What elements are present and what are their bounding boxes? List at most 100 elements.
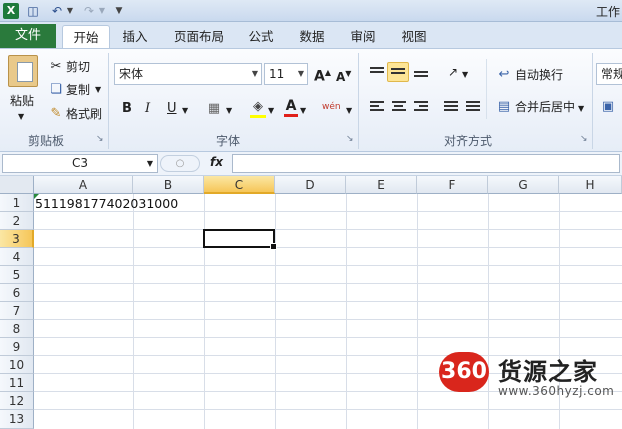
tab-review[interactable]: 审阅 [345, 25, 381, 48]
font-launcher-icon[interactable]: ↘ [346, 134, 354, 144]
column-header[interactable]: A [34, 176, 133, 194]
fill-color-icon[interactable]: ◈ [250, 99, 266, 118]
formula-input[interactable] [232, 154, 620, 173]
row-header[interactable]: 8 [0, 320, 34, 338]
paste-icon[interactable] [8, 55, 38, 87]
font-color-dropdown-icon[interactable]: ▼ [300, 103, 306, 119]
align-right-icon[interactable] [414, 101, 428, 113]
wrap-text-button[interactable]: 自动换行 [515, 67, 563, 83]
copy-dropdown-icon[interactable]: ▼ [95, 82, 101, 98]
orientation-dropdown-icon[interactable]: ▼ [462, 67, 468, 83]
cell-a1[interactable]: 511198177402031000 [35, 196, 178, 212]
row-header[interactable]: 12 [0, 392, 34, 410]
column-header[interactable]: D [275, 176, 346, 194]
select-all-corner[interactable] [0, 176, 34, 194]
tab-data[interactable]: 数据 [294, 25, 330, 48]
column-header[interactable]: B [133, 176, 204, 194]
row-header[interactable]: 9 [0, 338, 34, 356]
row-header[interactable]: 13 [0, 410, 34, 429]
underline-button[interactable]: U [167, 101, 177, 117]
borders-dropdown-icon[interactable]: ▼ [226, 103, 232, 119]
row-header[interactable]: 10 [0, 356, 34, 374]
format-painter-button[interactable]: 格式刷 [66, 106, 102, 122]
row-header[interactable]: 11 [0, 374, 34, 392]
italic-button[interactable]: I [145, 101, 150, 117]
name-box-value: C3 [71, 156, 88, 170]
column-header[interactable]: F [417, 176, 488, 194]
row-header[interactable]: 1 [0, 194, 34, 212]
font-color-button[interactable]: A [284, 98, 298, 117]
alignment-launcher-icon[interactable]: ↘ [580, 134, 588, 144]
group-separator [592, 53, 593, 149]
ribbon-home: 粘贴 ▼ ✂ 剪切 ❏ 复制 ▼ ✎ 格式刷 剪贴板 ↘ 宋体 ▼ 11 ▼ A… [0, 48, 622, 152]
paste-dropdown-icon[interactable]: ▼ [18, 109, 24, 125]
merge-dropdown-icon[interactable]: ▼ [578, 101, 584, 117]
number-format-select[interactable]: 常规 [596, 63, 622, 85]
tab-insert[interactable]: 插入 [116, 25, 154, 48]
tab-file[interactable]: 文件 [0, 24, 56, 48]
underline-dropdown-icon[interactable]: ▼ [182, 103, 188, 119]
shrink-font-button[interactable]: A▼ [336, 66, 351, 85]
row-header[interactable]: 2 [0, 212, 34, 230]
row-header[interactable]: 5 [0, 266, 34, 284]
cut-button[interactable]: 剪切 [66, 59, 90, 75]
gridline [34, 409, 622, 410]
name-box[interactable]: C3 ▼ [2, 154, 158, 173]
row-header[interactable]: 6 [0, 284, 34, 302]
font-size-select[interactable]: 11 ▼ [264, 63, 308, 85]
row-header[interactable]: 7 [0, 302, 34, 320]
undo-dropdown-icon[interactable]: ▼ [66, 3, 74, 19]
tab-view[interactable]: 视图 [396, 25, 432, 48]
align-bottom-icon[interactable] [414, 71, 428, 83]
decrease-indent-icon[interactable] [444, 101, 458, 113]
align-center-icon[interactable] [392, 101, 406, 113]
customize-quick-access-icon[interactable]: ▼ [114, 3, 124, 19]
paste-button[interactable]: 粘贴 [10, 93, 34, 109]
merge-center-icon[interactable]: ▤ [496, 99, 512, 115]
bold-button[interactable]: B [122, 101, 132, 117]
phonetic-dropdown-icon[interactable]: ▼ [346, 103, 352, 119]
fill-color-dropdown-icon[interactable]: ▼ [268, 103, 274, 119]
copy-button[interactable]: 复制 [66, 82, 90, 98]
column-header[interactable]: H [559, 176, 622, 194]
font-name-select[interactable]: 宋体 ▼ [114, 63, 262, 85]
window-title: 工作 [595, 5, 620, 19]
borders-icon[interactable]: ▦ [206, 101, 222, 117]
redo-dropdown-icon[interactable]: ▼ [98, 3, 106, 19]
formula-cancel-icon[interactable]: ○ [160, 155, 200, 172]
gridline [34, 319, 622, 320]
chevron-down-icon: ▼ [297, 69, 304, 78]
number-format-value: 常规 [601, 67, 622, 81]
clipboard-launcher-icon[interactable]: ↘ [96, 134, 104, 144]
row-header[interactable]: 4 [0, 248, 34, 266]
gridline [34, 301, 622, 302]
column-header[interactable]: E [346, 176, 417, 194]
align-left-icon[interactable] [370, 101, 384, 113]
phonetic-guide-button[interactable]: wén [322, 99, 341, 115]
grow-font-button[interactable]: A▲ [314, 65, 331, 85]
wrap-text-icon[interactable]: ↩ [496, 67, 512, 83]
tab-page-layout[interactable]: 页面布局 [168, 25, 230, 48]
column-header[interactable]: G [488, 176, 559, 194]
save-icon[interactable]: ◫ [26, 3, 40, 19]
undo-icon[interactable]: ↶ [50, 3, 64, 19]
currency-format-icon[interactable]: ▣ [600, 99, 616, 115]
align-middle-button[interactable] [387, 62, 409, 82]
active-cell-c3[interactable] [203, 229, 277, 250]
orientation-icon[interactable]: ↗ [444, 64, 462, 80]
scissors-icon[interactable]: ✂ [48, 59, 64, 75]
tab-formulas[interactable]: 公式 [242, 25, 280, 48]
merge-center-button[interactable]: 合并后居中 [515, 99, 575, 115]
chevron-down-icon: ▼ [251, 69, 258, 78]
row-header-selected[interactable]: 3 [0, 230, 34, 248]
excel-app-icon[interactable]: X [3, 3, 19, 19]
format-painter-icon[interactable]: ✎ [48, 106, 64, 122]
align-top-icon[interactable] [370, 67, 384, 79]
copy-icon[interactable]: ❏ [48, 82, 64, 98]
column-header-selected[interactable]: C [204, 176, 275, 194]
group-separator [358, 53, 359, 149]
insert-function-button[interactable]: fx [210, 155, 223, 169]
tab-home[interactable]: 开始 [62, 25, 110, 48]
increase-indent-icon[interactable] [466, 101, 480, 113]
redo-icon[interactable]: ↷ [82, 3, 96, 19]
